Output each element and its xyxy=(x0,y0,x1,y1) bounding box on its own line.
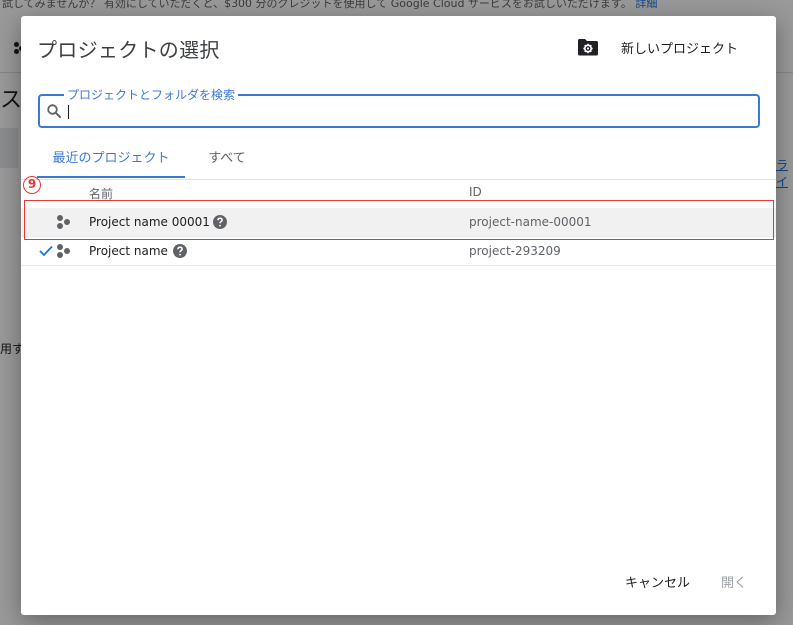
table-header: 名前 ID xyxy=(21,184,776,204)
text-cursor xyxy=(68,105,69,119)
project-name: Project name xyxy=(89,244,168,258)
dialog-title: プロジェクトの選択 xyxy=(37,38,220,62)
help-icon[interactable] xyxy=(213,215,227,229)
cancel-button[interactable]: キャンセル xyxy=(625,572,690,592)
project-name: Project name 00001 xyxy=(89,215,210,229)
open-button[interactable]: 開く xyxy=(721,572,747,592)
column-header-id: ID xyxy=(469,185,482,199)
project-id: project-293209 xyxy=(469,244,561,258)
tab-bar: 最近のプロジェクト すべて xyxy=(21,144,776,180)
search-icon xyxy=(47,104,61,118)
new-project-label: 新しいプロジェクト xyxy=(621,41,739,57)
check-icon xyxy=(39,245,53,257)
column-header-name: 名前 xyxy=(89,187,114,201)
project-icon xyxy=(57,215,71,230)
table-row[interactable]: Project name 00001 project-name-00001 xyxy=(21,208,776,237)
search-field[interactable]: プロジェクトとフォルダを検索 xyxy=(38,86,760,128)
search-input[interactable] xyxy=(66,101,746,121)
project-list: Project name 00001 project-name-00001 Pr… xyxy=(21,208,776,266)
project-select-dialog: プロジェクトの選択 新しいプロジェクト プロジェクトとフォルダを検索 最近のプロ… xyxy=(21,16,776,615)
project-icon xyxy=(57,244,71,259)
project-id: project-name-00001 xyxy=(469,215,592,229)
table-row[interactable]: Project name project-293209 xyxy=(21,237,776,266)
new-project-button[interactable]: 新しいプロジェクト xyxy=(577,34,738,60)
folder-gear-icon xyxy=(578,39,598,56)
tabs-divider xyxy=(21,179,776,180)
tab-all[interactable]: すべて xyxy=(197,144,257,178)
tab-recent-projects[interactable]: 最近のプロジェクト xyxy=(37,144,185,178)
help-icon[interactable] xyxy=(173,244,187,258)
